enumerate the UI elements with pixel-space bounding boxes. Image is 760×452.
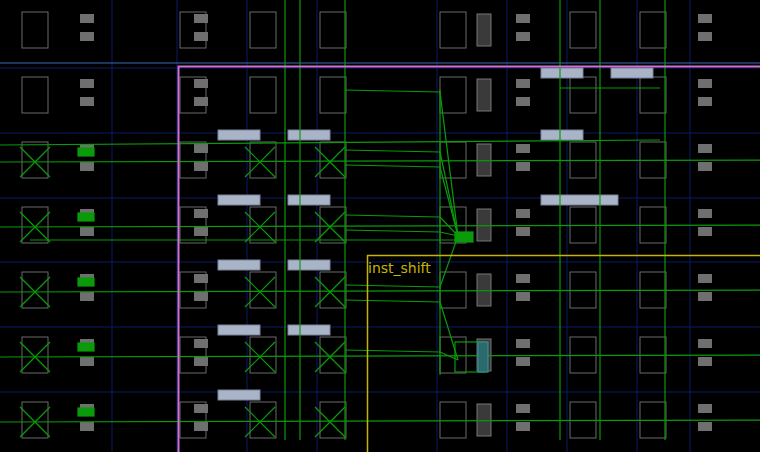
device-view[interactable]: inst_shift [0, 0, 760, 452]
highlighted-sites [218, 68, 653, 400]
region-boundary [0, 63, 760, 64]
device-drawing[interactable] [0, 0, 760, 452]
pblock-outline[interactable] [179, 67, 760, 452]
cell-label[interactable]: inst_shift [366, 259, 433, 277]
net-routes[interactable] [0, 0, 760, 452]
cell-outline[interactable] [368, 256, 760, 452]
